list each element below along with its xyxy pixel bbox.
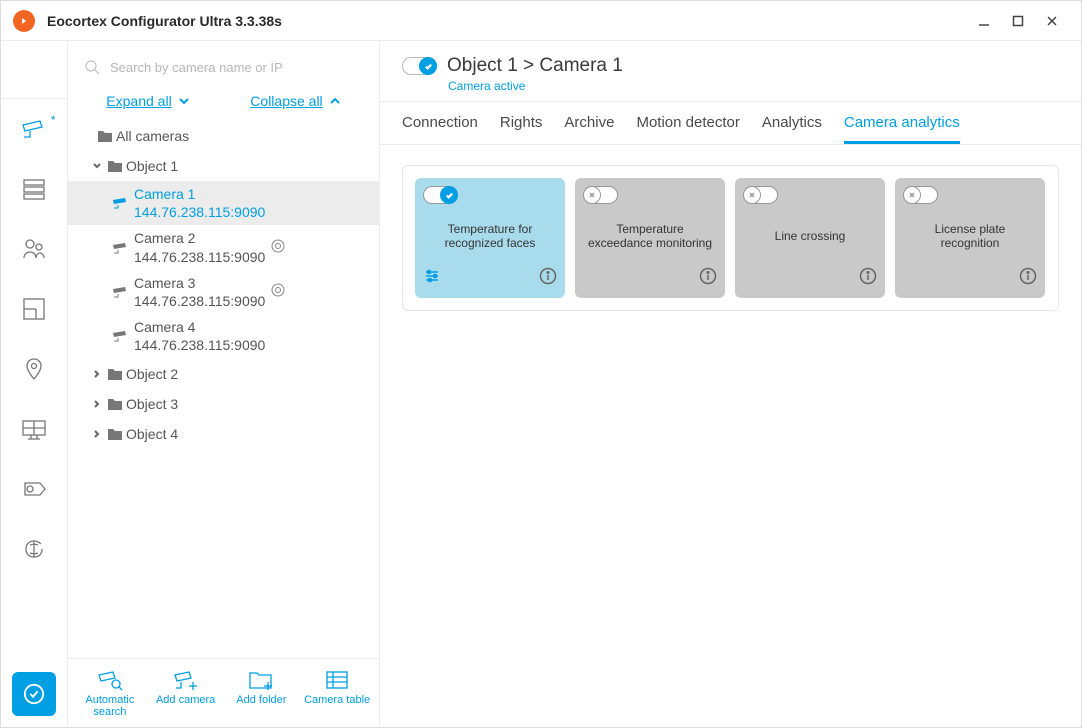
chevron-right-icon [90, 370, 104, 378]
module-info-icon[interactable] [699, 267, 717, 290]
camera-table-button[interactable]: Camera table [300, 669, 374, 718]
window-title: Eocortex Configurator Ultra 3.3.38s [47, 13, 282, 29]
camera-icon [108, 330, 134, 342]
tree-root[interactable]: All cameras [68, 121, 379, 151]
tree-object-4[interactable]: Object 4 [68, 419, 379, 449]
tab-analytics[interactable]: Analytics [762, 114, 822, 144]
tab-rights[interactable]: Rights [500, 114, 543, 144]
chevron-up-icon [329, 95, 341, 107]
module-info-icon[interactable] [539, 267, 557, 290]
tree-camera-3[interactable]: Camera 3144.76.238.115:9090 [68, 270, 379, 314]
analytics-modules-panel: Temperature for recognized faces Tempera… [402, 165, 1059, 311]
tree-object-1[interactable]: Object 1 [68, 151, 379, 181]
rail-analytics[interactable] [1, 519, 68, 579]
rail-automation[interactable] [1, 459, 68, 519]
unsaved-indicator-icon: * [51, 113, 56, 127]
module-info-icon[interactable] [1019, 267, 1037, 290]
tree-camera-2[interactable]: Camera 2144.76.238.115:9090 [68, 225, 379, 269]
apply-button[interactable] [12, 672, 56, 716]
module-info-icon[interactable] [859, 267, 877, 290]
rail-cameras[interactable]: * [1, 99, 68, 159]
camera-sidebar: Expand all Collapse all All cameras Obje… [68, 41, 380, 728]
tree-object-2[interactable]: Object 2 [68, 359, 379, 389]
alt-stream-icon [271, 239, 285, 256]
sidebar-actions: Automatic search Add camera Add folder C… [68, 658, 379, 728]
maximize-button[interactable] [1001, 4, 1035, 38]
module-label: Temperature for recognized faces [423, 204, 557, 267]
module-license-plate: License plate recognition [895, 178, 1045, 298]
module-line-crossing: Line crossing [735, 178, 885, 298]
module-toggle[interactable] [423, 186, 458, 204]
minimize-button[interactable] [967, 4, 1001, 38]
camera-icon [108, 242, 134, 254]
tree-camera-1[interactable]: Camera 1144.76.238.115:9090 [68, 181, 379, 225]
module-temperature-faces: Temperature for recognized faces [415, 178, 565, 298]
automatic-search-button[interactable]: Automatic search [73, 669, 147, 718]
tab-archive[interactable]: Archive [564, 114, 614, 144]
search-row [68, 41, 379, 87]
chevron-down-icon [178, 95, 190, 107]
search-icon [84, 59, 100, 75]
add-folder-button[interactable]: Add folder [224, 669, 298, 718]
rail-servers[interactable] [1, 159, 68, 219]
tab-connection[interactable]: Connection [402, 114, 478, 144]
folder-icon [104, 427, 126, 441]
rail-plans[interactable] [1, 279, 68, 339]
module-label: Line crossing [743, 204, 877, 267]
rail-maps[interactable] [1, 339, 68, 399]
tab-bar: Connection Rights Archive Motion detecto… [380, 102, 1081, 145]
module-toggle[interactable] [903, 186, 938, 204]
camera-icon [108, 286, 134, 298]
collapse-all-link[interactable]: Collapse all [250, 93, 340, 109]
camera-status: Camera active [448, 79, 1059, 93]
folder-icon [104, 397, 126, 411]
chevron-right-icon [90, 430, 104, 438]
tab-camera-analytics[interactable]: Camera analytics [844, 114, 960, 144]
breadcrumb: Object 1 > Camera 1 [447, 55, 623, 77]
folder-icon [104, 159, 126, 173]
title-bar: Eocortex Configurator Ultra 3.3.38s [1, 1, 1081, 41]
alt-stream-icon [271, 283, 285, 300]
search-input[interactable] [110, 60, 363, 75]
camera-icon [108, 197, 134, 209]
main-header: Object 1 > Camera 1 Camera active [380, 41, 1081, 102]
nav-rail: * [1, 41, 68, 728]
add-camera-button[interactable]: Add camera [149, 669, 223, 718]
module-temperature-exceedance: Temperature exceedance monitoring [575, 178, 725, 298]
main-panel: Object 1 > Camera 1 Camera active Connec… [380, 41, 1081, 728]
module-label: Temperature exceedance monitoring [583, 204, 717, 267]
close-button[interactable] [1035, 4, 1069, 38]
tab-motion-detector[interactable]: Motion detector [636, 114, 739, 144]
folder-icon [94, 129, 116, 143]
camera-enabled-toggle[interactable] [402, 57, 437, 75]
rail-views[interactable] [1, 399, 68, 459]
expand-all-link[interactable]: Expand all [106, 93, 189, 109]
chevron-down-icon [90, 162, 104, 170]
folder-icon [104, 367, 126, 381]
module-label: License plate recognition [903, 204, 1037, 267]
tree-object-3[interactable]: Object 3 [68, 389, 379, 419]
module-settings-icon[interactable] [423, 267, 441, 290]
chevron-right-icon [90, 400, 104, 408]
module-toggle[interactable] [583, 186, 618, 204]
camera-tree: All cameras Object 1 Camera 1144.76.238.… [68, 119, 379, 658]
tree-camera-4[interactable]: Camera 4144.76.238.115:9090 [68, 314, 379, 358]
rail-users[interactable] [1, 219, 68, 279]
module-toggle[interactable] [743, 186, 778, 204]
app-logo-icon [13, 10, 35, 32]
